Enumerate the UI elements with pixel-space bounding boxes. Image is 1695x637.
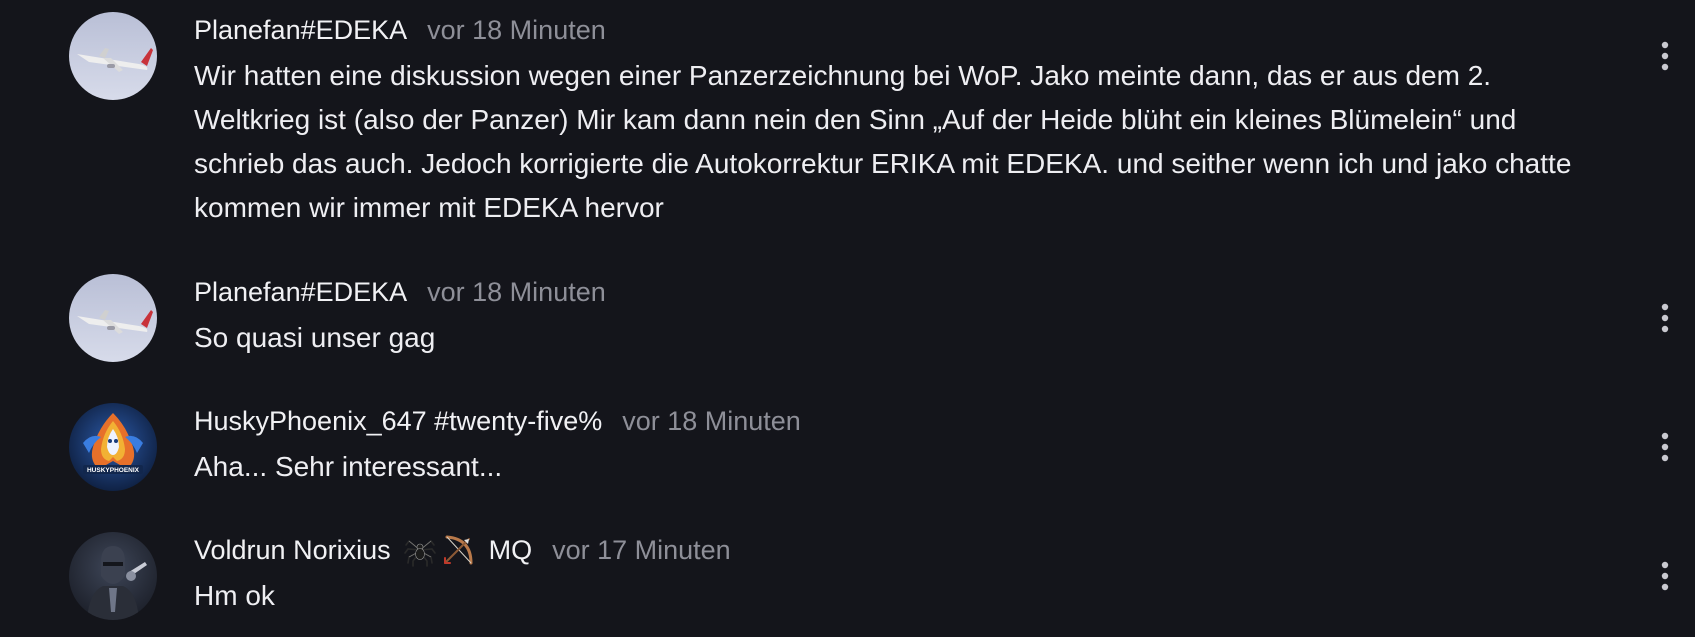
comment-meta: Planefan#EDEKA vor 18 Minuten xyxy=(194,274,1585,310)
svg-text:HUSKYPHOENIX: HUSKYPHOENIX xyxy=(87,467,140,474)
comment-text: Hm ok xyxy=(194,580,275,611)
comment-item: HUSKYPHOENIX HuskyPhoenix_647 #twenty-fi… xyxy=(0,403,1695,513)
comment-meta: Planefan#EDEKA vor 18 Minuten xyxy=(194,12,1585,48)
comment-menu-button[interactable] xyxy=(1635,425,1695,469)
phoenix-avatar-icon: HUSKYPHOENIX xyxy=(69,403,157,491)
more-vertical-icon xyxy=(1661,561,1669,591)
spider-icon xyxy=(403,539,436,567)
timestamp: vor 18 Minuten xyxy=(427,276,606,307)
comment-menu-button[interactable] xyxy=(1635,34,1695,78)
comment-feed: Planefan#EDEKA vor 18 Minuten Wir hatten… xyxy=(0,0,1695,637)
comment-menu-button[interactable] xyxy=(1635,296,1695,340)
user-avatar[interactable] xyxy=(69,12,157,100)
comment-item: Planefan#EDEKA vor 18 Minuten So quasi u… xyxy=(0,274,1695,384)
bow-arrow-icon xyxy=(443,535,473,565)
author-name[interactable]: HuskyPhoenix_647 #twenty-five% xyxy=(194,406,602,437)
comment-menu-button[interactable] xyxy=(1635,554,1695,598)
airplane-avatar-icon xyxy=(69,12,157,100)
user-avatar[interactable]: HUSKYPHOENIX xyxy=(69,403,157,491)
comment-meta: Voldrun Norixius MQ vor 17 Minuten xyxy=(194,532,1585,568)
author-name[interactable]: Planefan#EDEKA xyxy=(194,15,407,46)
airplane-avatar-icon xyxy=(69,274,157,362)
more-vertical-icon xyxy=(1661,303,1669,333)
comment-content: Planefan#EDEKA vor 18 Minuten Wir hatten… xyxy=(194,12,1585,230)
timestamp: vor 18 Minuten xyxy=(427,14,606,45)
comment-text: Aha... Sehr interessant... xyxy=(194,451,503,482)
timestamp: vor 18 Minuten xyxy=(622,405,801,436)
author-name[interactable]: Planefan#EDEKA xyxy=(194,277,407,308)
knight-avatar-icon xyxy=(69,532,157,620)
comment-content: HuskyPhoenix_647 #twenty-five% vor 18 Mi… xyxy=(194,403,1585,489)
comment-text: So quasi unser gag xyxy=(194,322,436,353)
comment-meta: HuskyPhoenix_647 #twenty-five% vor 18 Mi… xyxy=(194,403,1585,439)
badge-text: MQ xyxy=(488,534,533,565)
user-avatar[interactable] xyxy=(69,532,157,620)
comment-text: Wir hatten eine diskussion wegen einer P… xyxy=(194,60,1572,223)
comment-content: Voldrun Norixius MQ vor 17 Minuten Hm ok xyxy=(194,532,1585,618)
comment-content: Planefan#EDEKA vor 18 Minuten So quasi u… xyxy=(194,274,1585,360)
comment-item: Planefan#EDEKA vor 18 Minuten Wir hatten… xyxy=(0,12,1695,242)
more-vertical-icon xyxy=(1661,432,1669,462)
more-vertical-icon xyxy=(1661,41,1669,71)
user-avatar[interactable] xyxy=(69,274,157,362)
user-badges: MQ xyxy=(403,533,533,567)
timestamp: vor 17 Minuten xyxy=(552,534,731,565)
comment-item: Voldrun Norixius MQ vor 17 Minuten Hm ok xyxy=(0,532,1695,637)
author-name[interactable]: Voldrun Norixius xyxy=(194,535,391,566)
